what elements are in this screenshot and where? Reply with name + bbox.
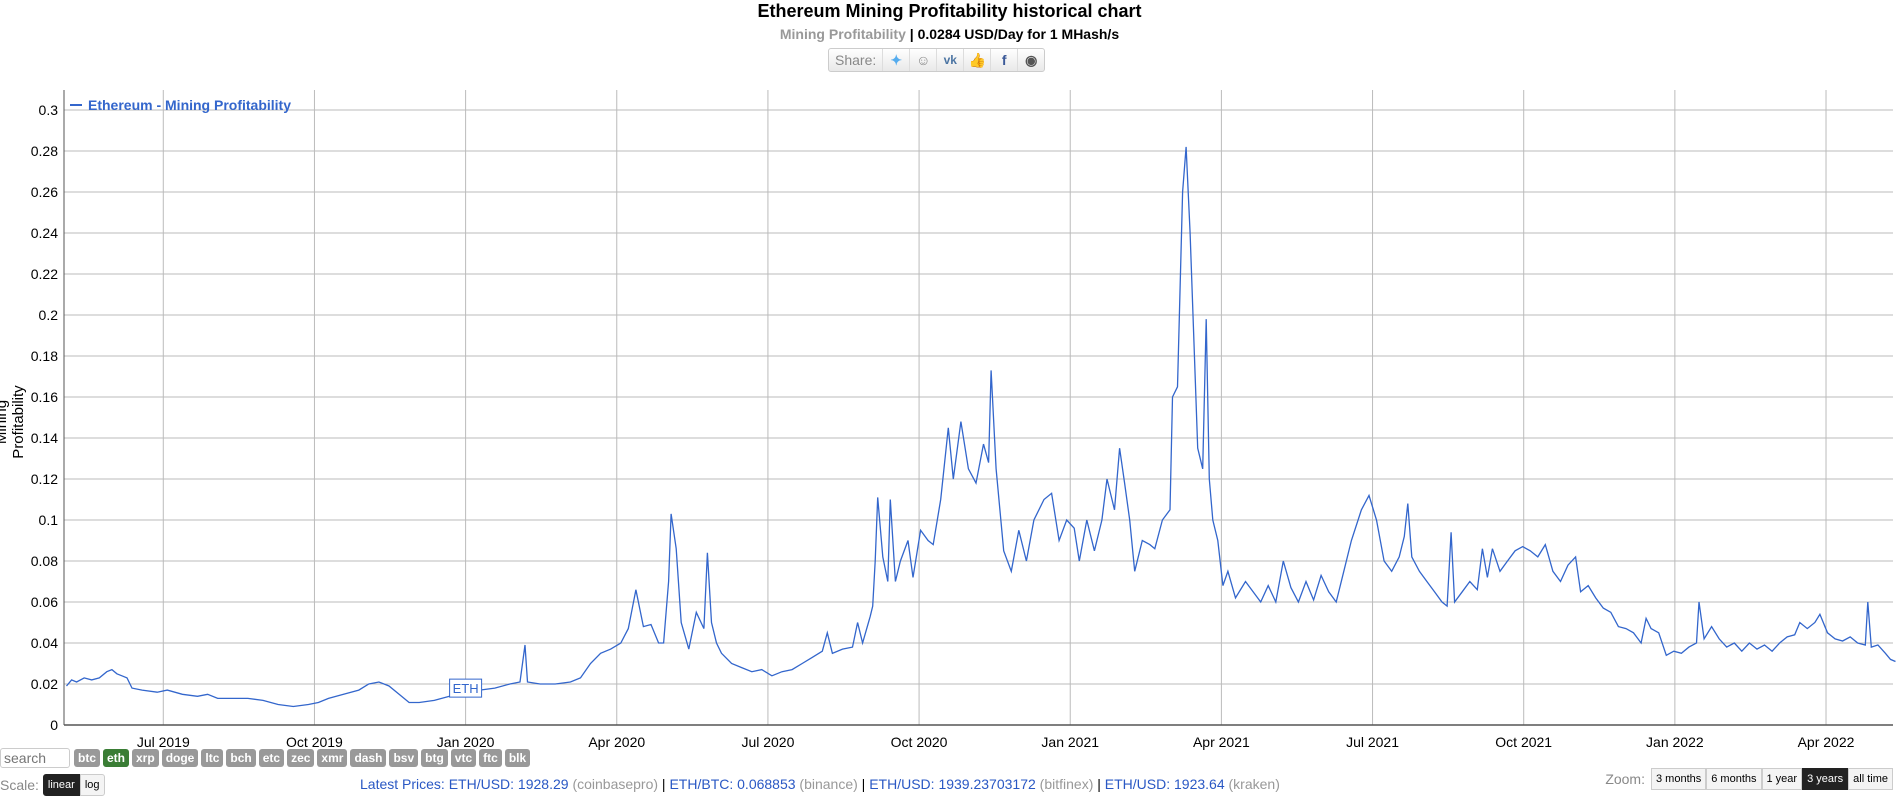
y-tick-label: 0.2 (39, 307, 59, 323)
facebook-icon[interactable]: f (991, 49, 1019, 71)
y-tick-label: 0.02 (31, 676, 58, 692)
latest-prices-label: Latest Prices: (360, 776, 449, 792)
zoom-label: Zoom: (1605, 771, 1645, 787)
chart-subtitle: Mining Profitability | 0.0284 USD/Day fo… (0, 25, 1899, 43)
coin-tag-ftc[interactable]: ftc (479, 749, 502, 767)
zoom-button[interactable]: all time (1848, 768, 1893, 790)
coin-tag-bsv[interactable]: bsv (389, 749, 419, 767)
scale-log-button[interactable]: log (79, 774, 105, 796)
x-tick-label: Jan 2022 (1646, 734, 1704, 750)
coin-tag-blk[interactable]: blk (504, 749, 531, 767)
y-tick-label: 0.1 (39, 512, 59, 528)
x-tick-label: Jul 2021 (1346, 734, 1399, 750)
share-bar: Share: ✦ ☺ vk 👍 f ◉ (828, 48, 1046, 72)
chart-title: Ethereum Mining Profitability historical… (757, 1, 1142, 21)
price-pair[interactable]: ETH/USD: 1928.29 (449, 776, 569, 792)
coin-tag-xrp[interactable]: xrp (132, 749, 159, 767)
coin-tag-bch[interactable]: bch (226, 749, 256, 767)
scale-label: Scale: (0, 777, 39, 793)
chart-area[interactable]: 0 0.02 0.04 0.06 0.08 0.1 0.12 0.14 0.16 0.18 0.2 0… (0, 80, 1899, 760)
price-separator: | (658, 776, 670, 792)
coin-tag-zec[interactable]: zec (287, 749, 315, 767)
y-tick-label: 0.08 (31, 553, 58, 569)
share-label: Share: (829, 49, 884, 71)
y-tick-label: 0.12 (31, 471, 58, 487)
y-tick-label: 0.14 (31, 430, 58, 446)
zoom-button[interactable]: 6 months (1706, 768, 1762, 790)
scale-linear-button[interactable]: linear (42, 774, 80, 796)
x-tick-label: Apr 2022 (1798, 734, 1855, 750)
x-tick-label: Oct 2020 (891, 734, 948, 750)
x-tick-label: Oct 2021 (1495, 734, 1552, 750)
price-separator: | (857, 776, 870, 792)
annotation-label: ETH (453, 681, 479, 696)
latest-prices: Latest Prices: ETH/USD: 1928.29 (coinbas… (360, 776, 1280, 792)
coin-tag-ltc[interactable]: ltc (201, 749, 224, 767)
search-input[interactable] (0, 748, 70, 768)
scale-control: Scale: linear log (0, 774, 105, 796)
weibo-icon[interactable]: ◉ (1018, 49, 1044, 71)
x-tick-label: Apr 2021 (1193, 734, 1250, 750)
twitter-icon[interactable]: ✦ (883, 49, 911, 71)
y-tick-label: 0.24 (31, 225, 58, 241)
y-tick-label: 0.18 (31, 348, 58, 364)
series-line (66, 146, 1896, 708)
price-pair[interactable]: ETH/BTC: 0.068853 (669, 776, 795, 792)
y-tick-label: 0.16 (31, 389, 58, 405)
price-pair[interactable]: ETH/USD: 1939.23703172 (869, 776, 1036, 792)
zoom-button[interactable]: 3 years (1802, 768, 1849, 790)
price-source: (bitfinex) (1039, 776, 1094, 792)
y-tick-label: 0.22 (31, 266, 58, 282)
zoom-button[interactable]: 3 months (1651, 768, 1707, 790)
coin-tag-eth[interactable]: eth (103, 749, 129, 767)
price-source: (coinbasepro) (572, 776, 659, 792)
coin-tag-dash[interactable]: dash (350, 749, 387, 767)
subtitle-label: Mining Profitability (779, 26, 906, 42)
vk-icon[interactable]: vk (937, 49, 965, 71)
y-tick-label: 0.04 (31, 635, 58, 651)
legend-label: Ethereum - Mining Profitability (88, 97, 291, 113)
coin-tag-etc[interactable]: etc (258, 749, 285, 767)
like-icon[interactable]: 👍 (964, 49, 992, 71)
price-source: (kraken) (1228, 776, 1280, 792)
price-pair[interactable]: ETH/USD: 1923.64 (1105, 776, 1225, 792)
coin-tag-btc[interactable]: btc (74, 749, 100, 767)
price-separator: | (1093, 776, 1105, 792)
zoom-button[interactable]: 1 year (1761, 768, 1803, 790)
y-tick-label: 0.06 (31, 594, 58, 610)
x-tick-label: Apr 2020 (588, 734, 645, 750)
y-tick-label: 0.26 (31, 184, 58, 200)
x-tick-label: Jan 2021 (1041, 734, 1099, 750)
x-tick-label: Jul 2020 (741, 734, 794, 750)
zoom-control: Zoom: 3 months 6 months 1 year 3 years all t… (1605, 768, 1893, 790)
coin-selector: btcethxrpdogeltcbchetczecxmrdashbsvbtgvt… (0, 748, 531, 768)
y-tick-label: 0.3 (39, 102, 59, 118)
y-tick-label: 0.28 (31, 143, 58, 159)
coin-tag-xmr[interactable]: xmr (317, 749, 348, 767)
coin-tag-doge[interactable]: doge (161, 749, 199, 767)
coin-tag-btg[interactable]: btg (421, 749, 448, 767)
price-source: (binance) (799, 776, 858, 792)
subtitle-value: | 0.0284 USD/Day for 1 MHash/s (905, 26, 1120, 42)
reddit-icon[interactable]: ☺ (910, 49, 938, 71)
coin-tag-vtc[interactable]: vtc (450, 749, 477, 767)
y-tick-label: 0 (50, 717, 58, 733)
